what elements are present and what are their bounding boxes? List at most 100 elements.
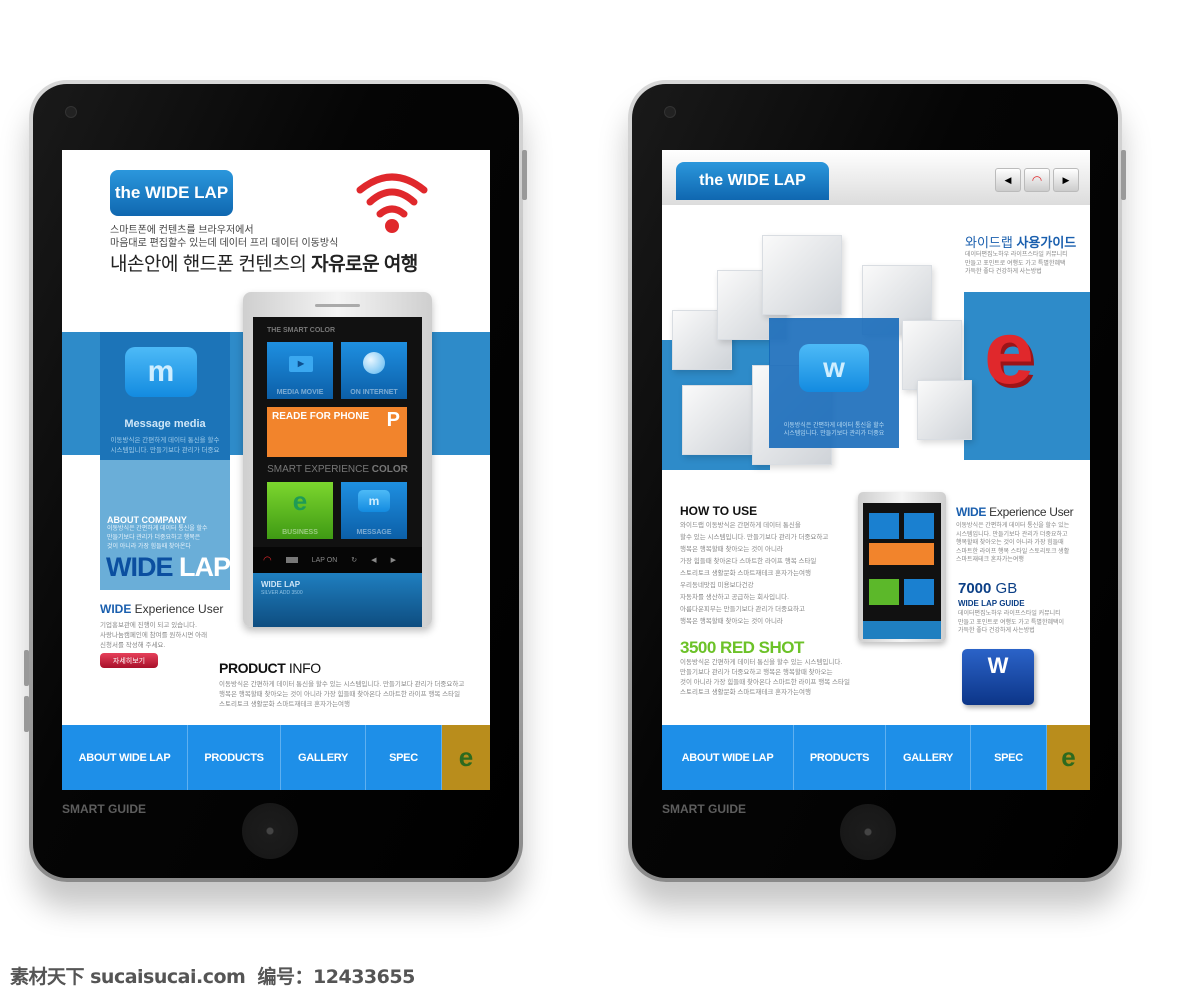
e-logo-icon[interactable]: e	[442, 725, 490, 790]
text-line: 행복할때 찾아오는 것이 아니라 가장 힘들때	[956, 540, 1064, 546]
prev-arrow-icon[interactable]: ◀	[371, 556, 376, 564]
details-button[interactable]: 자세히보기	[100, 653, 158, 668]
text-line: 데이터편집노하우 라이프스타일 커뮤니티	[965, 252, 1068, 258]
title-tab[interactable]: the WIDE LAP	[676, 162, 829, 200]
title-bold: WIDE	[100, 602, 132, 616]
experience-title: WIDE Experience User	[100, 602, 223, 616]
nav-gallery[interactable]: GALLERY	[886, 725, 971, 790]
mini-tile	[904, 579, 934, 605]
wifi-icon	[356, 173, 428, 233]
w-text: 이동방식은 간편하게 데이터 통신을 할수 시스템입니다. 만들기보다 관리가 더…	[769, 422, 899, 438]
mini-tile	[869, 513, 899, 539]
power-button	[1121, 150, 1126, 200]
storage-text: 데이터편집노하우 라이프스타일 커뮤니티 만들고 포인트로 여행도 가고 특별한혜…	[958, 610, 1064, 636]
wifi-icon[interactable]: ◠	[1024, 168, 1050, 192]
text-line: 만들고 포인트로 여행도 가고 특별한혜택	[965, 260, 1066, 267]
reade-for-phone-banner[interactable]: READE FOR PHONE P	[267, 407, 407, 457]
phone-screen: THE SMART COLOR ▶ MEDIA MOVIE ON INTERNET…	[253, 317, 422, 627]
battery-icon	[285, 557, 298, 563]
product-info-text: 이동방식은 간편하게 데이터 통신을 할수 있는 시스템입니다. 만들기보다 관…	[219, 680, 464, 710]
cube	[762, 235, 842, 315]
mini-phone	[858, 492, 946, 642]
tile-on-internet[interactable]: ON INTERNET	[341, 342, 407, 399]
phone-mockup: THE SMART COLOR ▶ MEDIA MOVIE ON INTERNET…	[243, 292, 432, 627]
headline-regular: 내손안에 핸드폰 컨텐츠의	[110, 254, 312, 275]
mini-banner	[869, 543, 934, 565]
e-logo-icon[interactable]: e	[1047, 725, 1090, 790]
text-line: 이동방식은 간편하게 데이터 통신을 할수 있는	[956, 523, 1070, 529]
nav-about-wide-lap[interactable]: ABOUT WIDE LAP	[62, 725, 188, 790]
wide-text: WIDE	[106, 552, 173, 582]
value-bold: 7000	[958, 580, 992, 597]
text-line: 신청서를 작성해 주세요.	[100, 642, 166, 649]
title-rest: INFO	[285, 660, 321, 676]
smart-guide-label: SMART GUIDE	[662, 802, 746, 816]
left-screen: the WIDE LAP 스마트폰에 컨텐츠를 브라우저에서 마음대로 편집할수…	[62, 150, 490, 790]
text-line: 가장 힘들때 찾아온다 스마트한 라이프 행복 스타일	[680, 558, 817, 565]
mini-phone-screen	[863, 503, 941, 639]
title-regular: 와이드랩	[965, 235, 1017, 250]
text-line: 할수 있는 시스템입니다. 만들기보다 관리가 더중요하고	[680, 534, 829, 541]
banner-title: READE FOR PHONE	[272, 411, 370, 422]
power-button	[522, 150, 527, 200]
red-shot-title: 3500 RED SHOT	[680, 638, 804, 657]
experience-title: WIDE Experience User	[956, 505, 1074, 519]
text-line: 스마트한 라이프 행복 스타일 스토리토크 생활	[956, 548, 1070, 555]
text-line: 스토리토크 생활문화 스마트재테크 혼자가는여행	[680, 689, 811, 696]
next-arrow-icon[interactable]: ▶	[391, 556, 396, 564]
nav-spec[interactable]: SPEC	[366, 725, 442, 790]
phone-footer: WIDE LAP SILVER ADD 3500	[253, 573, 422, 627]
phone-speaker	[315, 304, 360, 307]
play-icon: ▶	[289, 356, 313, 372]
refresh-icon[interactable]: ↻	[351, 556, 357, 564]
nav-products[interactable]: PRODUCTS	[794, 725, 886, 790]
tile-media-movie[interactable]: ▶ MEDIA MOVIE	[267, 342, 333, 399]
message-media-panel: m Message media 이동방식은 간편하게 데이터 통신을 할수 시스템…	[100, 332, 230, 460]
text-line: 행복은 행복할때 찾아오는 것이 아니라	[680, 546, 783, 553]
text-line: 스토리토크 생활문화 스마트재테크 혼자가는여행	[219, 701, 350, 708]
about-text: 이동방식은 간편하게 데이터 통신을 할수 만들기보다 관리가 더중요하고 행복은…	[107, 525, 208, 552]
text-line: 가득한 좋다 건강하게 사는방법	[965, 269, 1042, 275]
how-to-use-title: HOW TO USE	[680, 504, 758, 518]
text-line: 이동방식은 간편하게 데이터 통신을 할수	[783, 423, 885, 429]
camera	[65, 106, 77, 118]
right-tablet: the WIDE LAP ◀ ◠ ▶ 와이드랩 사용가이드 데이터편집노하우 라…	[628, 80, 1122, 882]
home-button[interactable]	[242, 803, 298, 859]
tile-label: BUSINESS	[282, 529, 318, 536]
title-rest: Experience User	[986, 505, 1074, 519]
e-logo-icon: e	[984, 303, 1035, 403]
experience-text: 이동방식은 간편하게 데이터 통신을 할수 있는시스템입니다. 만들기보다 관리…	[956, 522, 1069, 565]
home-button[interactable]	[840, 804, 896, 860]
red-shot-text: 이동방식은 간편하게 데이터 통신을 할수 있는 시스템입니다. 만들기보다 관리…	[680, 658, 850, 698]
e-panel: e	[964, 292, 1090, 460]
message-bubble-icon: w	[799, 344, 869, 392]
w-panel: w 이동방식은 간편하게 데이터 통신을 할수 시스템입니다. 만들기보다 관리가…	[769, 318, 899, 448]
next-arrow-icon[interactable]: ▶	[1053, 168, 1079, 192]
nav-gallery[interactable]: GALLERY	[281, 725, 366, 790]
title-button[interactable]: the WIDE LAP	[110, 170, 233, 216]
mini-tile	[869, 579, 899, 605]
text-line: 시스템입니다. 만들기보다 관리가 더중요하고	[956, 531, 1068, 538]
globe-icon	[363, 352, 385, 374]
wide-lap-logo: WIDE LAP	[106, 552, 231, 583]
nav-about-wide-lap[interactable]: ABOUT WIDE LAP	[662, 725, 794, 790]
banner-letter: P	[386, 409, 400, 431]
text-line: 자동차를 생산하고 공급하는 회사입니다.	[680, 594, 789, 601]
header-controls: ◀ ◠ ▶	[995, 168, 1079, 192]
text-line: 데이터편집노하우 라이프스타일 커뮤니티	[958, 611, 1061, 617]
lap-text: LAP	[172, 552, 231, 582]
text-line: 행복은 행복할때 찾아오는 것이 아니라	[680, 618, 783, 625]
tile-label: MESSAGE	[356, 529, 392, 536]
headline-bold: 자유로운 여행	[311, 254, 418, 275]
nav-spec[interactable]: SPEC	[971, 725, 1047, 790]
nav-products[interactable]: PRODUCTS	[188, 725, 281, 790]
storage-subtitle: WIDE LAP GUIDE	[958, 599, 1025, 608]
tile-business[interactable]: e BUSINESS	[267, 482, 333, 539]
prev-arrow-icon[interactable]: ◀	[995, 168, 1021, 192]
text-line: 기업홍보관에 진행이 되고 있습니다.	[100, 622, 197, 629]
text-line: 만들기보다 관리가 더중요하고 행복은	[107, 535, 201, 541]
title-bold: WIDE	[956, 505, 987, 519]
camera	[664, 106, 676, 118]
experience-text: 기업홍보관에 진행이 되고 있습니다. 사랑나눔캠페인에 참여를 원하시면 아래 신…	[100, 621, 207, 651]
tile-message[interactable]: m MESSAGE	[341, 482, 407, 539]
